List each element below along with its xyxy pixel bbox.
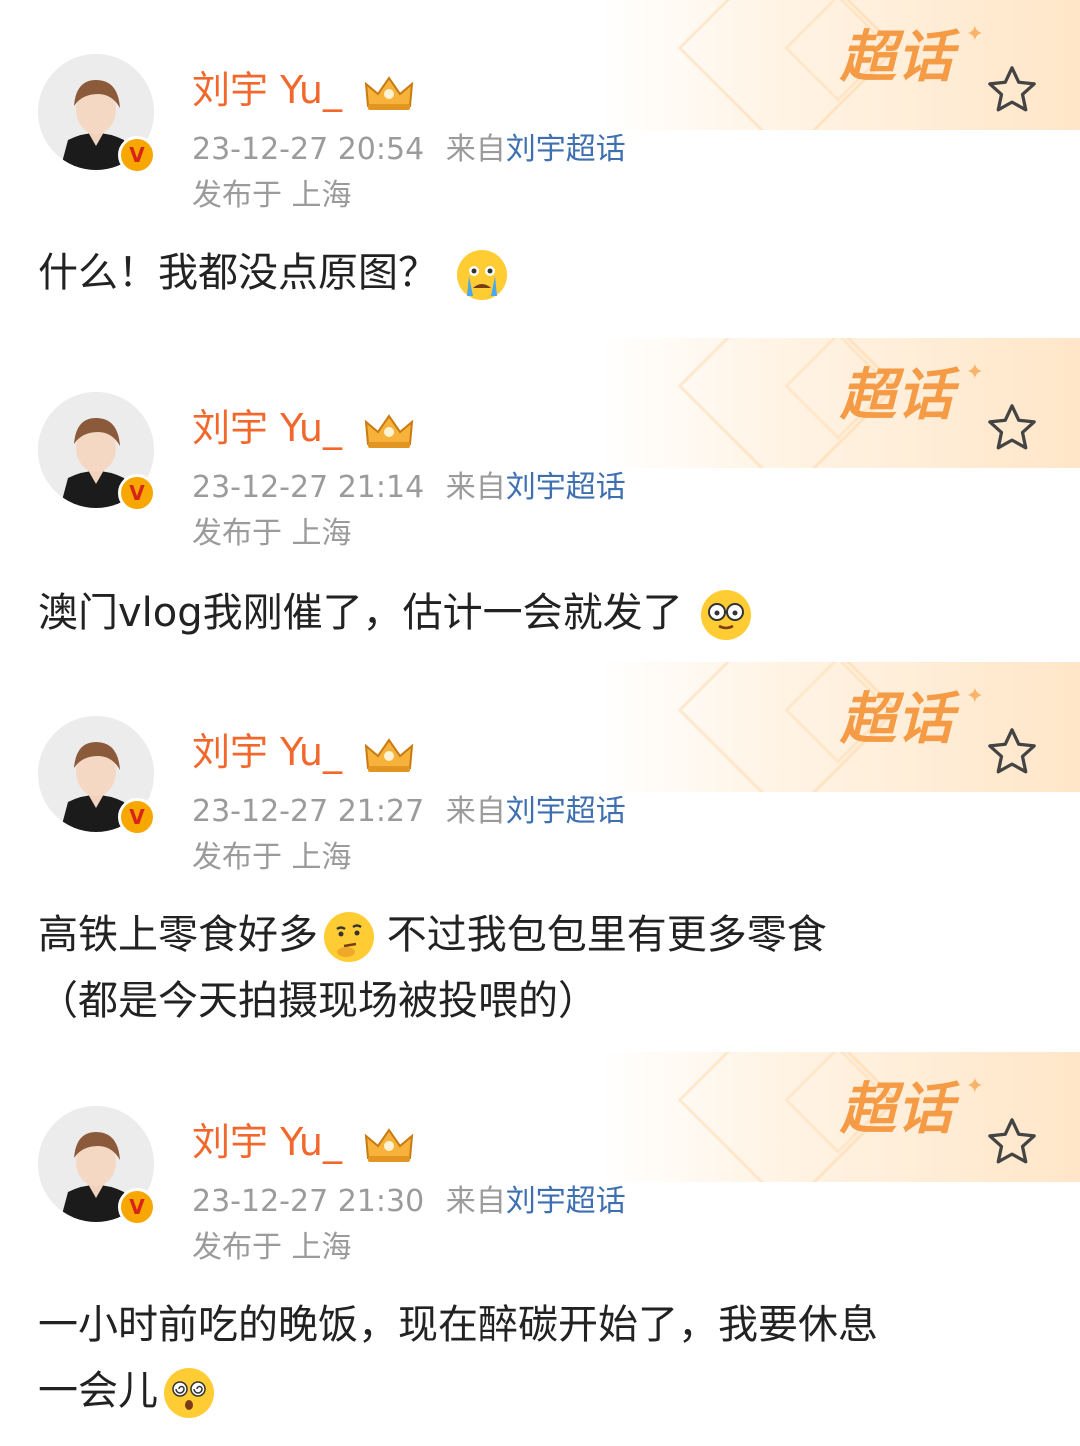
- timestamp: 23-12-27 21:14: [192, 470, 425, 505]
- post-meta: 23-12-27 20:54 来自刘宇超话: [192, 130, 626, 170]
- post-meta: 23-12-27 21:27 来自刘宇超话: [192, 792, 626, 832]
- star-favorite-icon[interactable]: [984, 1114, 1040, 1170]
- source-link[interactable]: 刘宇超话: [506, 794, 626, 829]
- from-label: 来自: [445, 1184, 506, 1219]
- sparkle-icon: ✦: [965, 360, 984, 385]
- from-label: 来自: [445, 794, 506, 829]
- post-text: 一会儿: [38, 1368, 158, 1414]
- post-content: 高铁上零食好多 不过我包包里有更多零食 （都是今天拍摄现场被投喂的）: [38, 902, 1048, 1034]
- crown-badge-icon: [364, 414, 414, 448]
- thinking-face-icon: [324, 912, 374, 962]
- crying-face-icon: [456, 250, 507, 300]
- source-link[interactable]: 刘宇超话: [506, 470, 626, 505]
- post-content: 什么！我都没点原图？: [38, 240, 1048, 306]
- verified-badge-icon: V: [118, 136, 156, 174]
- post-text: 高铁上零食好多: [38, 912, 318, 958]
- post-text: 不过我包包里有更多零食: [374, 912, 827, 958]
- post-text-line-2: （都是今天拍摄现场被投喂的）: [38, 978, 598, 1024]
- verified-badge-icon: V: [118, 474, 156, 512]
- star-favorite-icon[interactable]: [984, 724, 1040, 780]
- verified-badge-icon: V: [118, 1188, 156, 1226]
- location: 发布于 上海: [192, 516, 352, 551]
- post-text: 澳门vlog我刚催了，估计一会就发了: [38, 590, 683, 636]
- post-text-line-2: 一会儿: [38, 1358, 1048, 1424]
- star-favorite-icon[interactable]: [984, 400, 1040, 456]
- timestamp: 23-12-27 21:27: [192, 794, 425, 829]
- crown-badge-icon: [364, 76, 414, 110]
- source-link[interactable]: 刘宇超话: [506, 132, 626, 167]
- username[interactable]: 刘宇 Yu_: [192, 404, 342, 452]
- location: 发布于 上海: [192, 178, 352, 213]
- glasses-face-icon: [701, 590, 752, 640]
- location: 发布于 上海: [192, 1230, 352, 1265]
- sparkle-icon: ✦: [965, 684, 984, 709]
- username[interactable]: 刘宇 Yu_: [192, 1118, 342, 1166]
- post-text-line-1: 一小时前吃的晚饭，现在醉碳开始了，我要休息: [38, 1302, 878, 1348]
- username[interactable]: 刘宇 Yu_: [192, 66, 342, 114]
- post-meta: 23-12-27 21:30 来自刘宇超话: [192, 1182, 626, 1222]
- post-meta: 23-12-27 21:14 来自刘宇超话: [192, 468, 626, 508]
- sparkle-icon: ✦: [965, 1074, 984, 1099]
- timestamp: 23-12-27 20:54: [192, 132, 425, 167]
- timestamp: 23-12-27 21:30: [192, 1184, 425, 1219]
- from-label: 来自: [445, 470, 506, 505]
- supertopic-label[interactable]: 超话: [840, 1080, 954, 1140]
- crown-badge-icon: [364, 738, 414, 772]
- post-text-line-1: 高铁上零食好多 不过我包包里有更多零食: [38, 902, 1048, 968]
- username[interactable]: 刘宇 Yu_: [192, 728, 342, 776]
- sparkle-icon: ✦: [965, 22, 984, 47]
- source-link[interactable]: 刘宇超话: [506, 1184, 626, 1219]
- crown-badge-icon: [364, 1128, 414, 1162]
- post-content: 一小时前吃的晚饭，现在醉碳开始了，我要休息 一会儿: [38, 1292, 1048, 1424]
- post-text: 什么！我都没点原图？: [38, 250, 438, 296]
- dizzy-face-icon: [164, 1368, 214, 1418]
- supertopic-label[interactable]: 超话: [840, 28, 954, 88]
- location: 发布于 上海: [192, 840, 352, 875]
- from-label: 来自: [445, 132, 506, 167]
- supertopic-label[interactable]: 超话: [840, 690, 954, 750]
- post-content: 澳门vlog我刚催了，估计一会就发了: [38, 580, 1048, 646]
- supertopic-label[interactable]: 超话: [840, 366, 954, 426]
- star-favorite-icon[interactable]: [984, 62, 1040, 118]
- verified-badge-icon: V: [118, 798, 156, 836]
